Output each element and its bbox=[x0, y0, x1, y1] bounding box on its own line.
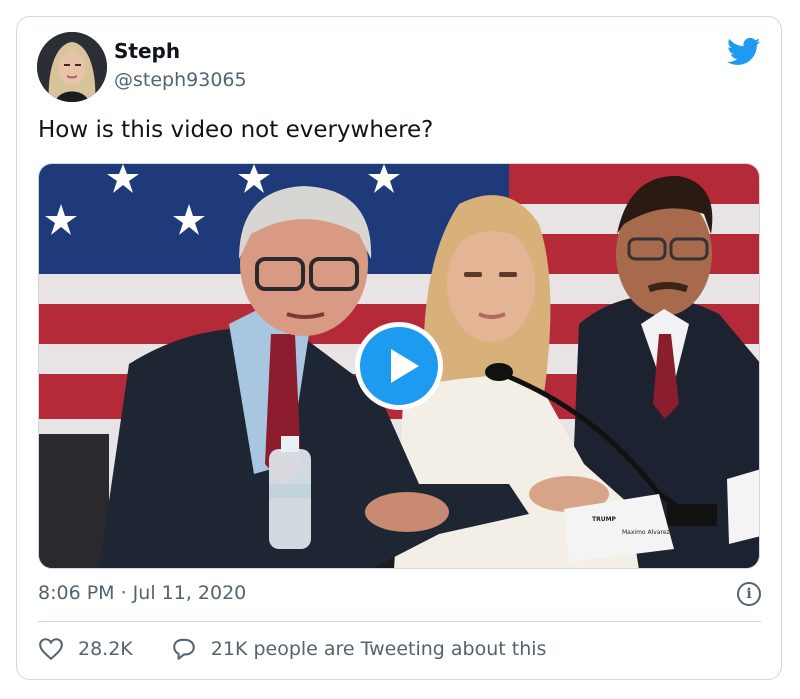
play-icon bbox=[391, 349, 419, 383]
author-name[interactable]: Steph bbox=[114, 39, 180, 63]
tweeting-about-link[interactable]: 21K people are Tweeting about this bbox=[171, 637, 547, 661]
play-button[interactable] bbox=[355, 322, 443, 410]
tweet-text: How is this video not everywhere? bbox=[38, 117, 434, 143]
svg-text:TRUMP: TRUMP bbox=[592, 516, 617, 523]
tweet-actions: 28.2K 21K people are Tweeting about this bbox=[38, 637, 546, 661]
nameplate-text: Maximo Alvarez bbox=[622, 529, 670, 536]
tweeting-about-text: 21K people are Tweeting about this bbox=[210, 638, 547, 660]
tweet-timestamp[interactable]: 8:06 PM · Jul 11, 2020 bbox=[38, 582, 246, 604]
video-player[interactable]: TRUMP Maximo Alvarez bbox=[38, 163, 760, 569]
avatar[interactable] bbox=[37, 32, 107, 102]
speech-bubble-icon bbox=[172, 638, 195, 660]
heart-icon bbox=[39, 638, 63, 661]
author-handle[interactable]: @steph93065 bbox=[114, 69, 247, 91]
like-button[interactable]: 28.2K bbox=[38, 637, 133, 661]
like-count: 28.2K bbox=[78, 638, 133, 660]
divider bbox=[38, 621, 761, 622]
tweet-card[interactable]: Steph @steph93065 How is this video not … bbox=[16, 16, 782, 680]
twitter-bird-icon[interactable] bbox=[727, 37, 761, 67]
info-icon[interactable]: i bbox=[737, 582, 761, 606]
